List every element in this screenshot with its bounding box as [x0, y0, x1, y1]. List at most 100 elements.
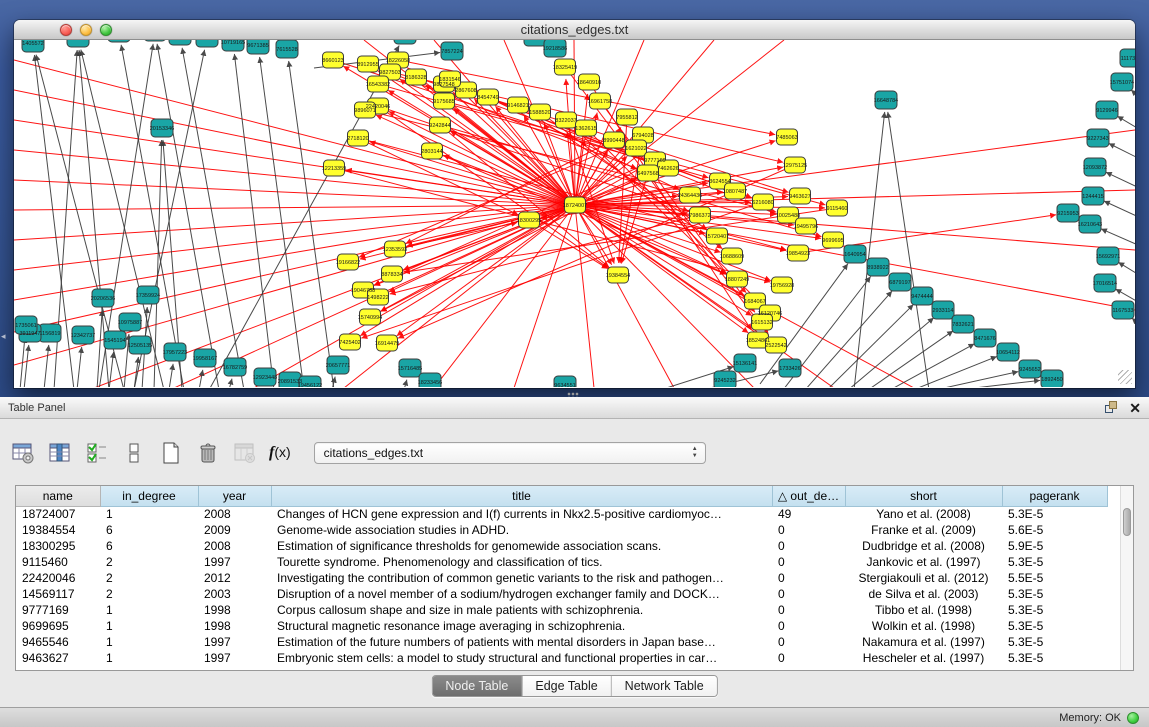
table-cell[interactable]: Disruption of a novel member of a sodium… — [271, 586, 772, 602]
table-cell[interactable]: 5.3E-5 — [1002, 650, 1107, 666]
graph-edge[interactable] — [199, 370, 203, 387]
table-cell[interactable]: 2012 — [198, 570, 271, 586]
graph-edge[interactable] — [913, 356, 997, 387]
table-cell[interactable]: 9463627 — [16, 650, 100, 666]
table-cell[interactable]: 5.3E-5 — [1002, 506, 1107, 522]
table-row[interactable]: 977716911998Corpus callosum shape and si… — [16, 602, 1122, 618]
graph-edge[interactable] — [575, 205, 594, 387]
table-cell[interactable]: Tibbo et al. (1998) — [845, 602, 1002, 618]
graph-edge[interactable] — [169, 364, 173, 387]
close-window-button[interactable] — [60, 24, 72, 36]
table-cell[interactable]: 18724007 — [16, 506, 100, 522]
column-header-in-degree[interactable]: in_degree — [100, 486, 198, 506]
table-cell[interactable]: 1997 — [198, 554, 271, 570]
table-cell[interactable]: 5.6E-5 — [1002, 522, 1107, 538]
table-cell[interactable]: Hescheler et al. (1997) — [845, 650, 1002, 666]
graph-edge[interactable] — [397, 205, 575, 336]
select-columns-button[interactable] — [84, 440, 110, 466]
graph-edge[interactable] — [575, 40, 784, 205]
table-cell[interactable]: Estimation of significance thresholds fo… — [271, 538, 772, 554]
table-cell[interactable]: Stergiakouli et al. (2012) — [845, 570, 1002, 586]
table-cell[interactable]: 0 — [772, 650, 845, 666]
graph-edge[interactable] — [1117, 116, 1135, 138]
table-cell[interactable]: 0 — [772, 634, 845, 650]
new-document-button[interactable] — [158, 440, 184, 466]
splitter-grip[interactable] — [567, 392, 579, 397]
table-cell[interactable]: Franke et al. (2009) — [845, 522, 1002, 538]
table-cell[interactable]: 14569117 — [16, 586, 100, 602]
tab-node-table[interactable]: Node Table — [432, 676, 522, 696]
table-cell[interactable]: 6 — [100, 538, 198, 554]
table-row[interactable]: 2242004622012Investigating the contribut… — [16, 570, 1122, 586]
graph-edge[interactable] — [888, 112, 929, 387]
table-cell[interactable]: 5.5E-5 — [1002, 570, 1107, 586]
graph-edge[interactable] — [404, 380, 407, 387]
table-row[interactable]: 911546021997Tourette syndrome. Phenomeno… — [16, 554, 1122, 570]
table-cell[interactable]: 5.3E-5 — [1002, 586, 1107, 602]
table-cell[interactable]: Wolkin et al. (1998) — [845, 618, 1002, 634]
table-cell[interactable]: Corpus callosum shape and size in male p… — [271, 602, 772, 618]
close-panel-icon[interactable]: ✕ — [1129, 401, 1141, 415]
table-cell[interactable]: Yano et al. (2008) — [845, 506, 1002, 522]
table-cell[interactable]: 0 — [772, 602, 845, 618]
graph-edge[interactable] — [1109, 143, 1135, 166]
table-row[interactable]: 1830029562008Estimation of significance … — [16, 538, 1122, 554]
graph-edge[interactable] — [14, 150, 575, 205]
table-cell[interactable]: Investigating the contribution of common… — [271, 570, 772, 586]
graph-edge[interactable] — [14, 205, 575, 365]
table-cell[interactable]: 2 — [100, 570, 198, 586]
graph-edge[interactable] — [234, 54, 274, 387]
table-row[interactable]: 1872400712008Changes of HCN gene express… — [16, 506, 1122, 522]
graph-edge[interactable] — [44, 345, 49, 387]
table-cell[interactable]: 1 — [100, 618, 198, 634]
table-cell[interactable]: Embryonic stem cells: a model to study s… — [271, 650, 772, 666]
table-cell[interactable]: Nakamura et al. (1997) — [845, 634, 1002, 650]
graph-edge[interactable] — [1106, 172, 1135, 195]
table-cell[interactable]: 1 — [100, 602, 198, 618]
resize-grip[interactable] — [1118, 370, 1132, 384]
table-cell[interactable]: 0 — [772, 618, 845, 634]
table-cell[interactable]: 1998 — [198, 602, 271, 618]
table-row[interactable]: 946362711997Embryonic stem cells: a mode… — [16, 650, 1122, 666]
row-height-button[interactable] — [121, 440, 147, 466]
table-cell[interactable]: 1997 — [198, 634, 271, 650]
function-builder-button[interactable]: f(x) — [269, 444, 291, 462]
graph-edge[interactable] — [957, 380, 1040, 387]
table-selector-dropdown[interactable]: citations_edges.txt ▲▼ — [314, 442, 706, 464]
table-cell[interactable]: 19384554 — [16, 522, 100, 538]
graph-edge[interactable] — [1104, 201, 1135, 224]
graph-edge[interactable] — [1118, 262, 1135, 284]
tab-edge-table[interactable]: Edge Table — [522, 676, 611, 696]
column-header-name[interactable]: name — [16, 486, 100, 506]
table-cell[interactable]: 5.3E-5 — [1002, 554, 1107, 570]
table-cell[interactable]: 5.3E-5 — [1002, 634, 1107, 650]
table-cell[interactable]: 49 — [772, 506, 845, 522]
table-cell[interactable]: 9465546 — [16, 634, 100, 650]
graph-edge[interactable] — [229, 379, 232, 387]
table-cell[interactable]: 0 — [772, 570, 845, 586]
graph-node[interactable] — [169, 40, 191, 45]
column-header-title[interactable]: title — [271, 486, 772, 506]
graph-edge[interactable] — [514, 205, 575, 387]
tab-network-table[interactable]: Network Table — [612, 676, 717, 696]
table-cell[interactable]: 5.9E-5 — [1002, 538, 1107, 554]
graph-edge[interactable] — [182, 48, 244, 387]
network-view[interactable]: 8660123891295518226058982750316543382818… — [14, 40, 1135, 387]
table-cell[interactable]: 2 — [100, 554, 198, 570]
zoom-window-button[interactable] — [100, 24, 112, 36]
table-cell[interactable]: 0 — [772, 522, 845, 538]
delete-button[interactable] — [195, 440, 221, 466]
column-header-out-de-[interactable]: △ out_de… — [772, 486, 845, 506]
graph-node[interactable] — [394, 40, 416, 44]
table-cell[interactable]: Changes of HCN gene expression and I(f) … — [271, 506, 772, 522]
network-canvas[interactable]: 8660123891295518226058982750316543382818… — [14, 40, 1135, 387]
table-cell[interactable]: 5.3E-5 — [1002, 618, 1107, 634]
table-cell[interactable]: 2009 — [198, 522, 271, 538]
table-cell[interactable]: Jankovic et al. (1997) — [845, 554, 1002, 570]
graph-edge[interactable] — [1132, 318, 1135, 338]
table-cell[interactable]: 2008 — [198, 506, 271, 522]
table-cell[interactable]: de Silva et al. (2003) — [845, 586, 1002, 602]
table-cell[interactable]: Genome-wide association studies in ADHD. — [271, 522, 772, 538]
table-row[interactable]: 969969511998Structural magnetic resonanc… — [16, 618, 1122, 634]
network-window[interactable]: citations_edges.txt 86601238912955182260… — [14, 20, 1135, 388]
